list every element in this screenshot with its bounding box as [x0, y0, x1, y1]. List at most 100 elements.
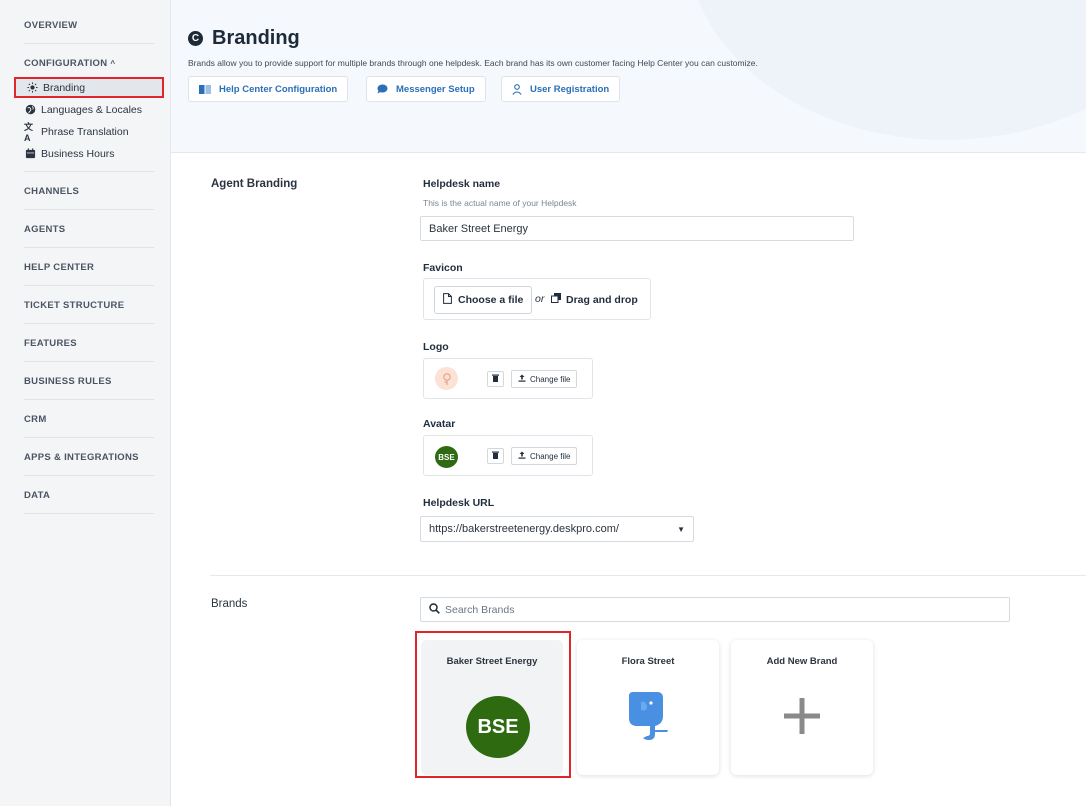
- sidebar-divider: [24, 209, 154, 210]
- brand-card-baker-street-energy[interactable]: Baker Street Energy BSE: [421, 640, 563, 775]
- sidebar-section-agents[interactable]: AGENTS: [24, 224, 154, 235]
- search-brands-input[interactable]: Search Brands: [420, 597, 1010, 622]
- brands-section-label: Brands: [211, 598, 248, 610]
- sidebar-item-phrase-translation[interactable]: 文A Phrase Translation: [14, 121, 164, 143]
- sidebar-section-ticket-structure[interactable]: TICKET STRUCTURE: [24, 300, 154, 311]
- book-icon: [199, 84, 211, 94]
- sidebar-section-configuration[interactable]: CONFIGURATION ^: [24, 58, 154, 69]
- search-placeholder: Search Brands: [445, 603, 515, 616]
- favicon-upload-box[interactable]: Choose a file or Drag and drop: [423, 278, 651, 320]
- delete-avatar-button[interactable]: [487, 448, 504, 464]
- sidebar-item-languages[interactable]: Languages & Locales: [14, 99, 164, 120]
- drag-and-drop-zone[interactable]: Drag and drop: [551, 293, 638, 306]
- messenger-setup-button[interactable]: Messenger Setup: [366, 76, 486, 102]
- sun-icon: [26, 82, 38, 94]
- sidebar-section-data[interactable]: DATA: [24, 490, 154, 501]
- sidebar-divider: [24, 437, 154, 438]
- logo-label: Logo: [423, 341, 449, 353]
- branding-logo-icon: C: [188, 31, 203, 46]
- sidebar-item-business-hours[interactable]: Business Hours: [14, 143, 164, 164]
- helpdesk-name-help: This is the actual name of your Helpdesk: [423, 198, 577, 208]
- agent-branding-section-label: Agent Branding: [211, 178, 298, 190]
- page-title-text: Branding: [212, 27, 300, 49]
- globe-icon: [24, 104, 36, 116]
- section-divider: [210, 575, 1086, 576]
- sidebar-item-label: Branding: [43, 81, 86, 94]
- helpdesk-name-value: Baker Street Energy: [429, 222, 529, 235]
- sidebar-divider: [24, 323, 154, 324]
- sidebar-section-features[interactable]: FEATURES: [24, 338, 154, 349]
- avatar-box: BSE Change file: [423, 435, 593, 476]
- helpdesk-name-label: Helpdesk name: [423, 178, 501, 190]
- button-label: User Registration: [530, 83, 610, 95]
- upload-icon: [518, 374, 526, 384]
- helpdesk-url-label: Helpdesk URL: [423, 497, 495, 509]
- sidebar-section-label: CONFIGURATION: [24, 58, 108, 69]
- page-description: Brands allow you to provide support for …: [188, 58, 758, 68]
- favicon-label: Favicon: [423, 262, 463, 274]
- helpdesk-url-value: https://bakerstreetenergy.deskpro.com/: [429, 523, 619, 535]
- sidebar-section-apps-integrations[interactable]: APPS & INTEGRATIONS: [24, 452, 154, 463]
- translate-icon: 文A: [24, 122, 34, 143]
- add-new-brand-card[interactable]: Add New Brand: [731, 640, 873, 775]
- sidebar-item-branding[interactable]: Branding: [14, 77, 164, 98]
- brand-avatar: BSE: [466, 696, 530, 758]
- button-label: Help Center Configuration: [219, 83, 338, 95]
- change-avatar-button[interactable]: Change file: [511, 447, 578, 465]
- avatar: BSE: [435, 446, 458, 468]
- sidebar-section-crm[interactable]: CRM: [24, 414, 154, 425]
- avatar-label: Avatar: [423, 418, 456, 430]
- sidebar-divider: [24, 285, 154, 286]
- sidebar-divider: [24, 171, 154, 172]
- helpdesk-name-input[interactable]: Baker Street Energy: [420, 216, 854, 241]
- change-logo-button[interactable]: Change file: [511, 370, 578, 388]
- copy-icon: [551, 293, 561, 306]
- trash-icon: [492, 451, 499, 461]
- brand-card-flora-street[interactable]: Flora Street: [577, 640, 719, 775]
- sidebar-divider: [24, 247, 154, 248]
- logo-box: Change file: [423, 358, 593, 399]
- sidebar-item-label: Languages & Locales: [41, 103, 142, 116]
- sidebar-divider: [24, 475, 154, 476]
- sidebar-section-overview[interactable]: OVERVIEW: [24, 20, 154, 31]
- brand-name: Add New Brand: [766, 656, 838, 667]
- page-title: C Branding: [188, 27, 300, 50]
- header-decoration: [686, 0, 1086, 140]
- brand-name: Baker Street Energy: [446, 656, 538, 667]
- sidebar-divider: [24, 361, 154, 362]
- brand-name: Flora Street: [621, 656, 675, 667]
- sidebar: OVERVIEW CONFIGURATION ^ Branding Languag…: [0, 0, 171, 806]
- button-label: Choose a file: [458, 294, 524, 306]
- sidebar-section-help-center[interactable]: HELP CENTER: [24, 262, 154, 273]
- page-header: C Branding Brands allow you to provide s…: [171, 0, 1086, 153]
- app-root: OVERVIEW CONFIGURATION ^ Branding Languag…: [0, 0, 1086, 806]
- chat-icon: [377, 84, 388, 94]
- user-registration-button[interactable]: User Registration: [501, 76, 621, 102]
- drag-label: Drag and drop: [566, 293, 638, 306]
- logo-image: [435, 367, 458, 390]
- button-label: Messenger Setup: [396, 83, 475, 95]
- file-icon: [443, 293, 452, 307]
- elephant-icon: [627, 692, 671, 749]
- upload-icon: [518, 451, 526, 461]
- sidebar-divider: [24, 513, 154, 514]
- sidebar-section-business-rules[interactable]: BUSINESS RULES: [24, 376, 154, 387]
- or-text: or: [535, 293, 545, 305]
- helpdesk-url-select[interactable]: https://bakerstreetenergy.deskpro.com/ ▼: [420, 516, 694, 542]
- sidebar-divider: [24, 43, 154, 44]
- button-label: Change file: [530, 374, 571, 384]
- plus-icon: [782, 696, 822, 741]
- caret-down-icon: ▼: [677, 524, 685, 534]
- button-label: Change file: [530, 451, 571, 461]
- choose-file-button[interactable]: Choose a file: [434, 286, 533, 314]
- sidebar-divider: [24, 399, 154, 400]
- delete-logo-button[interactable]: [487, 371, 504, 387]
- user-icon: [512, 83, 522, 95]
- sidebar-section-channels[interactable]: CHANNELS: [24, 186, 154, 197]
- trash-icon: [492, 374, 499, 384]
- help-center-configuration-button[interactable]: Help Center Configuration: [188, 76, 349, 102]
- search-icon: [429, 602, 440, 617]
- sidebar-item-label: Phrase Translation: [41, 125, 129, 138]
- calendar-icon: [24, 148, 36, 160]
- sidebar-item-label: Business Hours: [41, 147, 115, 160]
